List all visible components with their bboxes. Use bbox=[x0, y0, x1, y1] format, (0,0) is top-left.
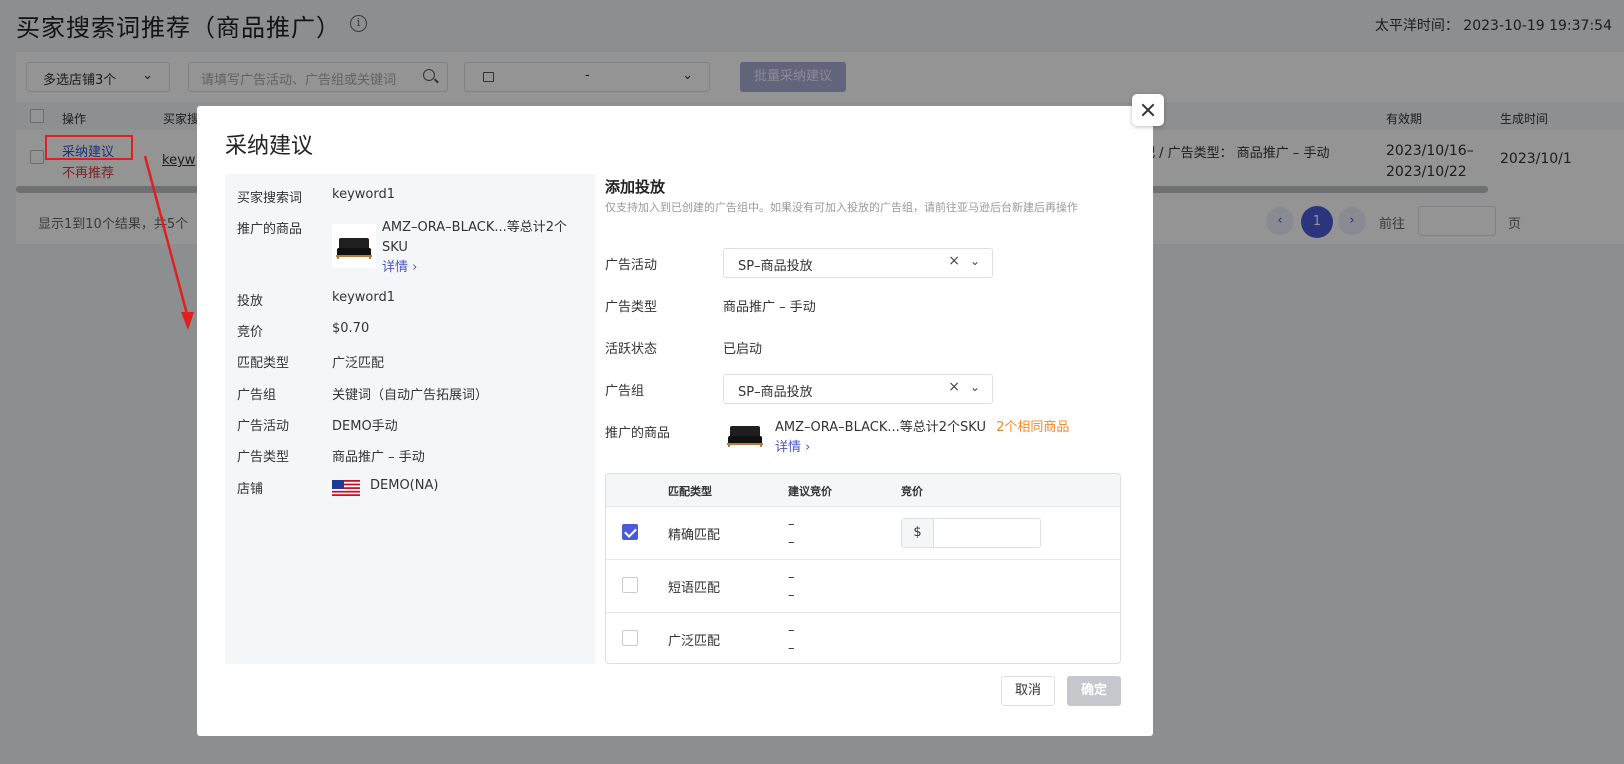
exact-match-checkbox[interactable] bbox=[622, 524, 638, 540]
suggested-bid-low: – bbox=[788, 623, 795, 638]
detail-row: 店铺 DEMO(NA) bbox=[237, 478, 577, 498]
match-type: 广泛匹配 bbox=[668, 634, 721, 649]
chevron-down-icon: ⌄ bbox=[969, 254, 980, 268]
chevron-down-icon: ⌄ bbox=[969, 380, 980, 394]
header-match-type: 匹配类型 bbox=[668, 485, 712, 498]
detail-label: 广告活动 bbox=[237, 419, 290, 434]
shop-name: DEMO(NA) bbox=[370, 478, 439, 493]
confirm-button[interactable]: 确定 bbox=[1067, 676, 1121, 706]
suggested-bid-high: – bbox=[788, 535, 795, 550]
detail-value: keyword1 bbox=[332, 187, 395, 202]
ad-group-label: 广告组 bbox=[605, 384, 645, 399]
product-name: AMZ–ORA–BLACK...等总计2个SKU bbox=[382, 220, 568, 255]
product-thumbnail bbox=[332, 224, 376, 268]
us-flag-icon bbox=[332, 480, 360, 496]
match-type: 精确匹配 bbox=[668, 528, 721, 543]
suggested-bid-low: – bbox=[788, 570, 795, 585]
suggested-bid: – – bbox=[788, 622, 795, 658]
header-bid: 竞价 bbox=[901, 485, 923, 498]
add-targeting-desc: 仅支持加入到已创建的广告组中。如果没有可加入投放的广告组，请前往亚马逊后台新建后… bbox=[605, 201, 1078, 214]
detail-label: 匹配类型 bbox=[237, 356, 290, 371]
right-product-info: AMZ–ORA–BLACK...等总计2个SKU 2个相同商品 详情 › bbox=[775, 418, 1145, 458]
suggested-bid-high: – bbox=[788, 588, 795, 603]
currency-prefix: $ bbox=[902, 519, 934, 547]
ad-type-value: 商品推广 – 手动 bbox=[723, 300, 816, 315]
ad-type-label: 广告类型 bbox=[605, 300, 658, 315]
modal-title: 采纳建议 bbox=[225, 134, 314, 159]
detail-label: 广告类型 bbox=[237, 450, 290, 465]
suggestion-detail-panel: 买家搜索词 keyword1 推广的商品 AMZ–ORA–BLACK...等总计… bbox=[225, 174, 595, 664]
cancel-button[interactable]: 取消 bbox=[1001, 676, 1055, 706]
right-product-detail-link[interactable]: 详情 › bbox=[775, 440, 810, 455]
status-label: 活跃状态 bbox=[605, 342, 658, 357]
detail-value: 商品推广 – 手动 bbox=[332, 450, 425, 465]
detail-value: 关键词（自动广告拓展词） bbox=[332, 388, 489, 403]
ad-group-select[interactable]: SP–商品投放 × ⌄ bbox=[723, 374, 993, 404]
detail-value: $0.70 bbox=[332, 321, 370, 336]
detail-value: DEMO手动 bbox=[332, 419, 398, 434]
detail-label: 投放 bbox=[237, 294, 264, 309]
detail-value: 广泛匹配 bbox=[332, 356, 385, 371]
phrase-match-checkbox[interactable] bbox=[622, 577, 638, 593]
campaign-select-value: SP–商品投放 bbox=[738, 259, 813, 274]
detail-label: 推广的商品 bbox=[237, 222, 303, 237]
ad-group-select-value: SP–商品投放 bbox=[738, 385, 813, 400]
suggested-bid: – – bbox=[788, 516, 795, 552]
detail-value: keyword1 bbox=[332, 290, 395, 305]
bid-input[interactable]: $ bbox=[901, 518, 1041, 548]
campaign-select[interactable]: SP–商品投放 × ⌄ bbox=[723, 248, 993, 278]
header-suggested-bid: 建议竞价 bbox=[788, 485, 832, 498]
suggested-bid: – – bbox=[788, 569, 795, 605]
match-type-table: 匹配类型 建议竞价 竞价 精确匹配 – – $ 短语匹配 – – 广泛匹配 – … bbox=[605, 473, 1121, 664]
detail-label: 广告组 bbox=[237, 388, 277, 403]
detail-label: 店铺 bbox=[237, 482, 264, 497]
detail-label: 买家搜索词 bbox=[237, 191, 303, 206]
table-row: 广泛匹配 – – bbox=[606, 612, 1120, 663]
detail-label: 竞价 bbox=[237, 325, 264, 340]
accept-suggestion-modal: 采纳建议 买家搜索词 keyword1 推广的商品 AMZ–ORA–BLACK.… bbox=[197, 106, 1153, 736]
table-row: 精确匹配 – – $ bbox=[606, 506, 1120, 559]
add-targeting-title: 添加投放 bbox=[605, 178, 666, 196]
suggested-bid-high: – bbox=[788, 641, 795, 656]
product-detail-link[interactable]: 详情 › bbox=[382, 260, 417, 275]
broad-match-checkbox[interactable] bbox=[622, 630, 638, 646]
clear-icon[interactable]: × bbox=[948, 253, 960, 269]
same-goods-badge[interactable]: 2个相同商品 bbox=[996, 420, 1069, 435]
product-thumbnail bbox=[723, 412, 765, 452]
right-product-name: AMZ–ORA–BLACK...等总计2个SKU bbox=[775, 420, 986, 435]
suggested-bid-low: – bbox=[788, 517, 795, 532]
table-row: 短语匹配 – – bbox=[606, 559, 1120, 612]
close-icon[interactable] bbox=[1132, 94, 1164, 126]
product-name-block: AMZ–ORA–BLACK...等总计2个SKU 详情 › bbox=[382, 218, 582, 278]
product-label: 推广的商品 bbox=[605, 426, 671, 441]
clear-icon[interactable]: × bbox=[948, 379, 960, 395]
campaign-label: 广告活动 bbox=[605, 258, 658, 273]
status-value: 已启动 bbox=[723, 342, 763, 357]
match-table-header: 匹配类型 建议竞价 竞价 bbox=[606, 474, 1120, 506]
match-type: 短语匹配 bbox=[668, 581, 721, 596]
